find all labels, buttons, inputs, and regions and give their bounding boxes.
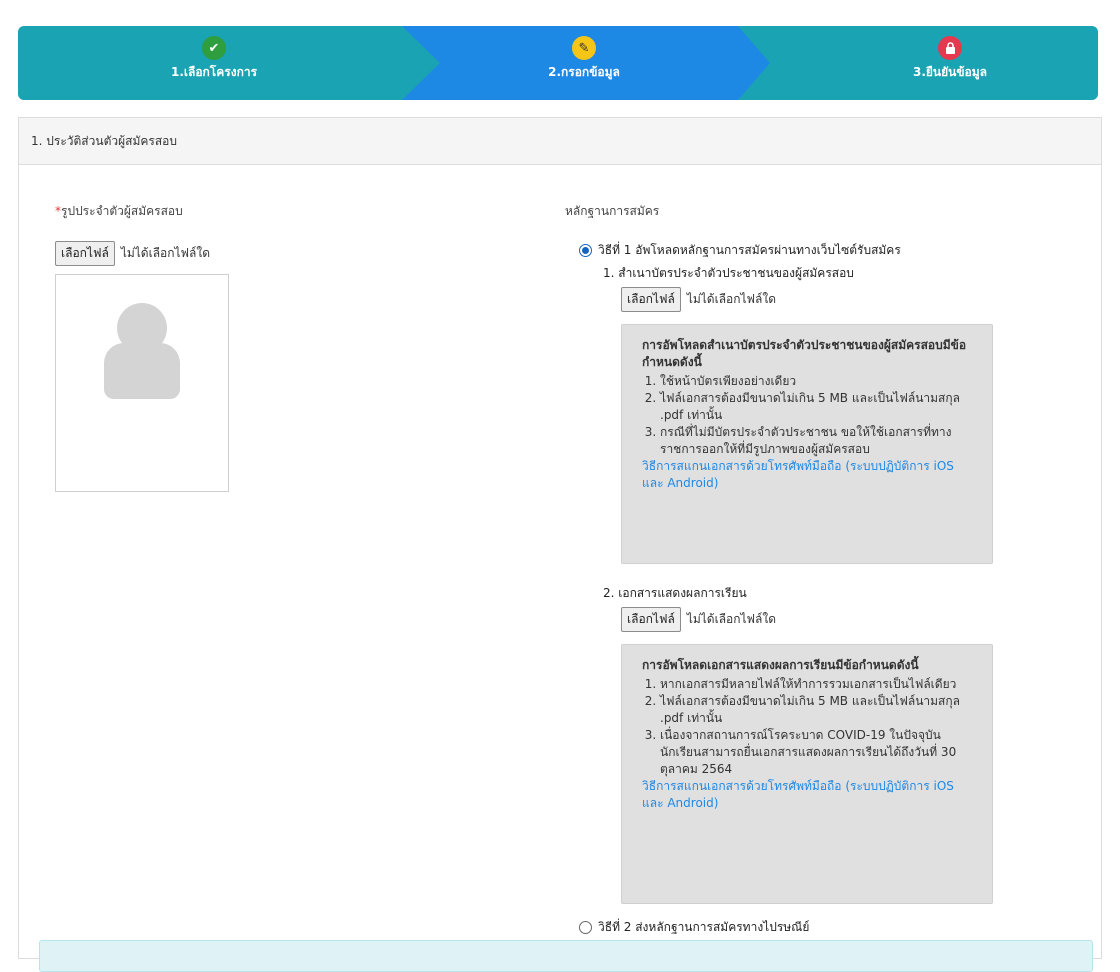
method1-option[interactable]: วิธีที่ 1 อัพโหลดหลักฐานการสมัครผ่านทางเ… xyxy=(579,241,1085,260)
progress-wizard: ✔ 1.เลือกโครงการ ✎ 2.กรอกข้อมูล 3.ยืนยัน… xyxy=(18,26,1098,100)
applicant-info-panel: 1. ประวัติส่วนตัวผู้สมัครสอบ *รูปประจำตั… xyxy=(18,117,1102,972)
step-label: 2.กรอกข้อมูล xyxy=(548,65,620,79)
doc1-info-box: การอัพโหลดสำเนาบัตรประจำตัวประชาชนของผู้… xyxy=(621,324,993,564)
doc2-info-title: การอัพโหลดเอกสารแสดงผลการเรียนมีข้อกำหนด… xyxy=(642,658,919,672)
no-file-text: ไม่ได้เลือกไฟล์ใด xyxy=(686,292,777,306)
method2-label: วิธีที่ 2 ส่งหลักฐานการสมัครทางไปรษณีย์ xyxy=(598,920,810,934)
doc1-rules-list: ใช้หน้าบัตรเพียงอย่างเดียว ไฟล์เอกสารต้อ… xyxy=(642,373,978,458)
choose-transcript-button[interactable]: เลือกไฟล์ xyxy=(621,607,681,632)
info-alert-bar xyxy=(39,940,1093,972)
photo-label: *รูปประจำตัวผู้สมัครสอบ xyxy=(55,202,229,221)
method2-radio[interactable] xyxy=(579,921,592,934)
method1-label: วิธีที่ 1 อัพโหลดหลักฐานการสมัครผ่านทางเ… xyxy=(598,243,901,257)
rule-item: กรณีที่ไม่มีบัตรประจำตัวประชาชน ขอให้ใช้… xyxy=(660,424,978,458)
evidence-section: หลักฐานการสมัคร วิธีที่ 1 อัพโหลดหลักฐาน… xyxy=(565,202,1085,937)
choose-idcard-button[interactable]: เลือกไฟล์ xyxy=(621,287,681,312)
doc2-rules-list: หากเอกสารมีหลายไฟล์ให้ทำการรวมเอกสารเป็น… xyxy=(642,676,978,778)
photo-file-input: เลือกไฟล์ ไม่ได้เลือกไฟล์ใด xyxy=(55,241,229,266)
rule-item: ไฟล์เอกสารต้องมีขนาดไม่เกิน 5 MB และเป็น… xyxy=(660,390,978,424)
method1-radio[interactable] xyxy=(579,244,592,257)
pencil-icon: ✎ xyxy=(572,36,596,60)
scan-guide-link[interactable]: วิธีการสแกนเอกสารด้วยโทรศัพท์มือถือ (ระบ… xyxy=(642,779,954,810)
evidence-heading: หลักฐานการสมัคร xyxy=(565,204,660,218)
photo-upload-section: *รูปประจำตัวผู้สมัครสอบ เลือกไฟล์ ไม่ได้… xyxy=(55,202,229,492)
rule-item: ใช้หน้าบัตรเพียงอย่างเดียว xyxy=(660,373,978,390)
doc1-title: 1. สำเนาบัตรประจำตัวประชาชนของผู้สมัครสอ… xyxy=(603,266,854,280)
photo-preview xyxy=(55,274,229,492)
avatar-placeholder-body xyxy=(104,343,180,399)
step-confirm[interactable]: 3.ยืนยันข้อมูล xyxy=(850,36,1050,82)
photo-label-text: รูปประจำตัวผู้สมัครสอบ xyxy=(61,204,183,218)
step-fill-info[interactable]: ✎ 2.กรอกข้อมูล xyxy=(484,36,684,82)
no-file-text: ไม่ได้เลือกไฟล์ใด xyxy=(686,612,777,626)
doc2-file-input: เลือกไฟล์ ไม่ได้เลือกไฟล์ใด xyxy=(621,607,1085,632)
choose-photo-button[interactable]: เลือกไฟล์ xyxy=(55,241,115,266)
step-select-project[interactable]: ✔ 1.เลือกโครงการ xyxy=(114,36,314,82)
step-label: 1.เลือกโครงการ xyxy=(170,65,258,79)
section-title: 1. ประวัติส่วนตัวผู้สมัครสอบ xyxy=(19,118,1101,165)
doc1-file-input: เลือกไฟล์ ไม่ได้เลือกไฟล์ใด xyxy=(621,287,1085,312)
lock-icon xyxy=(938,36,962,60)
rule-item: เนื่องจากสถานการณ์โรคระบาด COVID-19 ในปั… xyxy=(660,727,978,778)
no-file-text: ไม่ได้เลือกไฟล์ใด xyxy=(120,246,211,260)
rule-item: หากเอกสารมีหลายไฟล์ให้ทำการรวมเอกสารเป็น… xyxy=(660,676,978,693)
check-icon: ✔ xyxy=(202,36,226,60)
scan-guide-link[interactable]: วิธีการสแกนเอกสารด้วยโทรศัพท์มือถือ (ระบ… xyxy=(642,459,954,490)
doc1-info-title: การอัพโหลดสำเนาบัตรประจำตัวประชาชนของผู้… xyxy=(642,338,967,369)
doc2-info-box: การอัพโหลดเอกสารแสดงผลการเรียนมีข้อกำหนด… xyxy=(621,644,993,904)
method2-option[interactable]: วิธีที่ 2 ส่งหลักฐานการสมัครทางไปรษณีย์ xyxy=(579,918,1085,937)
step-label: 3.ยืนยันข้อมูล xyxy=(912,65,988,79)
doc2-title: 2. เอกสารแสดงผลการเรียน xyxy=(603,586,747,600)
rule-item: ไฟล์เอกสารต้องมีขนาดไม่เกิน 5 MB และเป็น… xyxy=(660,693,978,727)
